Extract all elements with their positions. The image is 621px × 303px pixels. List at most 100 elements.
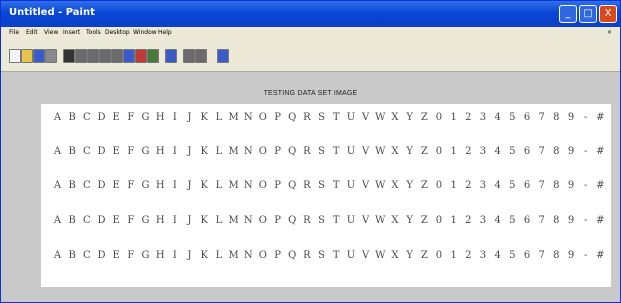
handwritten-character: C (83, 249, 91, 261)
handwritten-character: Z (420, 111, 428, 123)
handwritten-character: O (258, 179, 267, 191)
handwritten-character: M (228, 145, 239, 157)
handwritten-character: 6 (523, 214, 531, 226)
handwritten-character: D (97, 145, 106, 157)
grid-icon[interactable] (183, 49, 195, 63)
character-row: A B C D E F G H I J K L M N O P Q R S T U V W X Y Z 0 1 2 3 4 5 6 7 8 9- # (51, 247, 607, 263)
data-cursor-icon[interactable] (123, 49, 135, 63)
handwritten-character: W (375, 179, 386, 191)
menu-tools[interactable]: Tools (86, 29, 101, 36)
handwritten-character: E (112, 145, 120, 157)
handwritten-character: X (391, 179, 399, 191)
handwritten-character: J (187, 214, 192, 226)
handwritten-character: H (155, 214, 165, 226)
colorbar-icon[interactable] (147, 49, 159, 63)
handwritten-character: A (53, 179, 62, 191)
handwritten-character: 7 (538, 214, 545, 226)
handwritten-character: P (274, 214, 281, 226)
arrow-icon[interactable] (63, 49, 75, 63)
handwritten-character: B (68, 145, 76, 157)
handwritten-character: G (141, 145, 150, 157)
handwritten-character: N (243, 145, 253, 157)
menu-help[interactable]: Help (158, 29, 172, 36)
handwritten-character: A (53, 214, 62, 226)
handwritten-character: H (155, 111, 165, 123)
handwritten-character: U (346, 249, 356, 261)
handwritten-character: M (228, 214, 239, 226)
zoom-in-icon[interactable] (75, 49, 87, 63)
handwritten-character: V (361, 249, 370, 261)
handwritten-character: J (187, 179, 192, 191)
handwritten-character: L (215, 111, 223, 123)
handwritten-character: D (97, 179, 106, 191)
handwritten-character: S (318, 145, 326, 157)
menu-edit[interactable]: Edit (26, 29, 38, 36)
handwritten-character: K (200, 145, 208, 157)
brush-icon[interactable] (135, 49, 147, 63)
handwritten-character: Q (288, 249, 297, 261)
handwritten-character: Y (406, 179, 413, 191)
title-bar[interactable]: Untitled - Paint _ □ X (1, 1, 620, 27)
legend-icon[interactable] (165, 49, 177, 63)
restore-child-button[interactable]: × (607, 29, 612, 36)
character-row: A B C D E F G H I J K L M N O P Q R S T U V W X Y Z 0 1 2 3 4 5 6 7 8 9- # (51, 212, 607, 228)
handwritten-character: - (583, 179, 588, 191)
handwritten-character: U (346, 111, 356, 123)
handwritten-character: L (215, 214, 223, 226)
pan-icon[interactable] (99, 49, 111, 63)
print-icon[interactable] (45, 49, 57, 63)
handwritten-character: C (83, 145, 91, 157)
menu-view[interactable]: View (44, 29, 58, 36)
handwritten-character: Z (420, 179, 428, 191)
handwritten-character: N (243, 111, 253, 123)
open-folder-icon[interactable] (21, 49, 33, 63)
property-icon[interactable] (217, 49, 229, 63)
handwritten-character: 9 (567, 111, 575, 123)
handwritten-character: 0 (435, 145, 443, 157)
handwritten-character: V (361, 145, 370, 157)
handwritten-character: H (155, 179, 165, 191)
handwritten-character: K (200, 214, 208, 226)
handwritten-character: A (53, 111, 62, 123)
handwritten-character: S (318, 111, 326, 123)
menu-window[interactable]: Window (133, 29, 157, 36)
handwritten-character: Z (420, 214, 428, 226)
new-file-icon[interactable] (9, 49, 21, 63)
handwritten-character: D (97, 111, 106, 123)
menu-insert[interactable]: Insert (63, 29, 80, 36)
menu-file[interactable]: File (9, 29, 19, 36)
handwritten-character: M (228, 111, 239, 123)
handwritten-character: 1 (450, 179, 457, 191)
handwritten-character: X (391, 145, 399, 157)
handwritten-character: X (391, 111, 399, 123)
handwritten-character: 0 (435, 111, 443, 123)
handwritten-character: 3 (479, 249, 487, 261)
rotate-icon[interactable] (111, 49, 123, 63)
handwritten-character: T (332, 214, 340, 226)
handwritten-character: G (141, 111, 150, 123)
handwritten-character: M (228, 249, 239, 261)
handwritten-character: J (187, 249, 192, 261)
zoom-out-icon[interactable] (87, 49, 99, 63)
handwritten-character: T (332, 249, 340, 261)
handwritten-character: 0 (435, 249, 443, 261)
figure-area: TESTING DATA SET IMAGE ABCDEFGHIJKLMNOPQ… (7, 73, 614, 295)
maximize-button[interactable]: □ (579, 5, 597, 23)
handwritten-character: E (112, 249, 120, 261)
handwritten-character: C (83, 179, 91, 191)
handwritten-character: Y (406, 249, 413, 261)
menu-desktop[interactable]: Desktop (105, 29, 130, 36)
minimize-button[interactable]: _ (559, 5, 577, 23)
handwritten-character: # (596, 145, 605, 157)
handwritten-character: V (361, 214, 370, 226)
close-button[interactable]: X (599, 5, 617, 23)
handwritten-character: K (200, 179, 208, 191)
save-icon[interactable] (33, 49, 45, 63)
insert-icon[interactable] (195, 49, 207, 63)
handwritten-character: Z (420, 145, 428, 157)
handwritten-character: I (172, 214, 177, 226)
handwritten-character: G (141, 214, 150, 226)
handwritten-character: 2 (465, 214, 472, 226)
handwritten-character: # (596, 249, 605, 261)
toolbar (1, 43, 620, 72)
